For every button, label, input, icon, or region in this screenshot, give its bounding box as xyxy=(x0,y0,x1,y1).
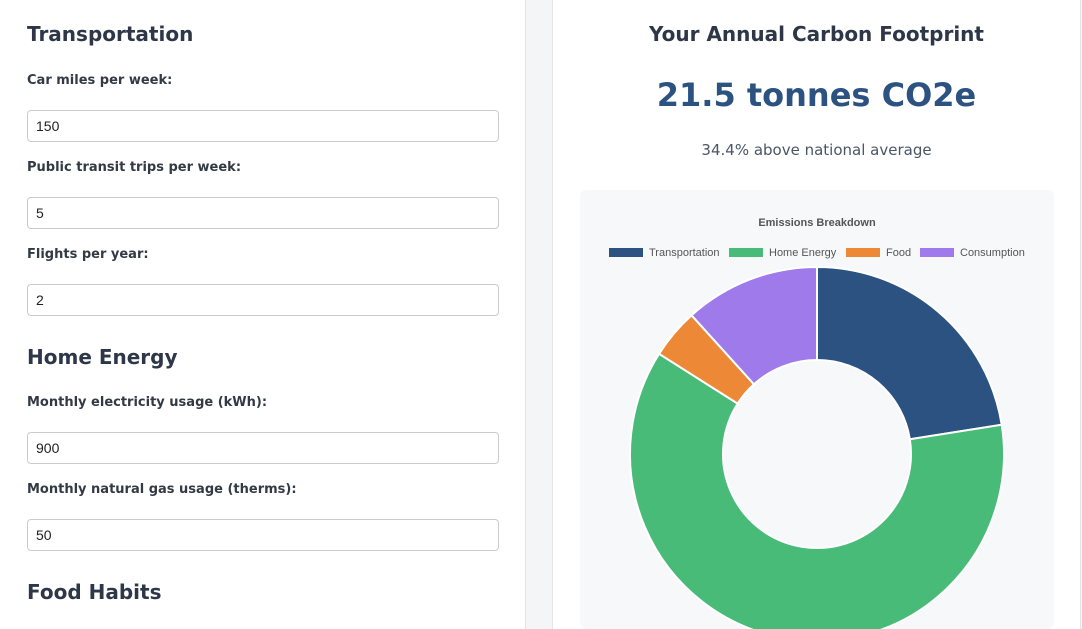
legend-swatch xyxy=(920,248,954,257)
calculator-form-panel: Transportation Car miles per week: Publi… xyxy=(0,0,526,629)
legend-item-home-energy[interactable]: Home Energy xyxy=(729,247,837,259)
legend-label: Consumption xyxy=(960,247,1025,259)
total-footprint: 21.5 tonnes CO2e xyxy=(656,76,977,114)
chart-slices xyxy=(629,265,1005,629)
legend-item-consumption[interactable]: Consumption xyxy=(920,247,1025,259)
results-panel: Your Annual Carbon Footprint 21.5 tonnes… xyxy=(552,0,1081,629)
gas-label: Monthly natural gas usage (therms): xyxy=(27,482,297,497)
legend-swatch xyxy=(729,248,763,257)
flights-input[interactable] xyxy=(27,284,499,316)
electricity-label: Monthly electricity usage (kWh): xyxy=(27,395,268,410)
transit-trips-label: Public transit trips per week: xyxy=(27,160,242,175)
flights-label: Flights per year: xyxy=(27,247,149,262)
legend-item-transportation[interactable]: Transportation xyxy=(609,247,720,259)
transportation-heading: Transportation xyxy=(27,22,194,46)
legend-label: Transportation xyxy=(649,247,720,259)
car-miles-label: Car miles per week: xyxy=(27,73,173,88)
legend-label: Food xyxy=(886,247,911,259)
legend-swatch xyxy=(609,248,643,257)
legend-label: Home Energy xyxy=(769,247,837,259)
electricity-input[interactable] xyxy=(27,432,499,464)
results-title: Your Annual Carbon Footprint xyxy=(649,22,984,46)
legend-swatch xyxy=(846,248,880,257)
legend-item-food[interactable]: Food xyxy=(846,247,911,259)
slice-transportation[interactable] xyxy=(816,265,1003,441)
car-miles-input[interactable] xyxy=(27,110,499,142)
comparison-text: 34.4% above national average xyxy=(701,141,932,159)
gas-input[interactable] xyxy=(27,519,499,551)
emissions-doughnut-chart: Emissions Breakdown Transportation Home E… xyxy=(609,217,1025,629)
transit-trips-input[interactable] xyxy=(27,197,499,229)
chart-legend: Transportation Home Energy Food Consumption xyxy=(609,247,1025,259)
emissions-chart-card: Emissions Breakdown Transportation Home E… xyxy=(580,190,1054,629)
food-habits-heading: Food Habits xyxy=(27,580,162,604)
chart-title: Emissions Breakdown xyxy=(758,217,876,229)
home-energy-heading: Home Energy xyxy=(27,345,178,369)
